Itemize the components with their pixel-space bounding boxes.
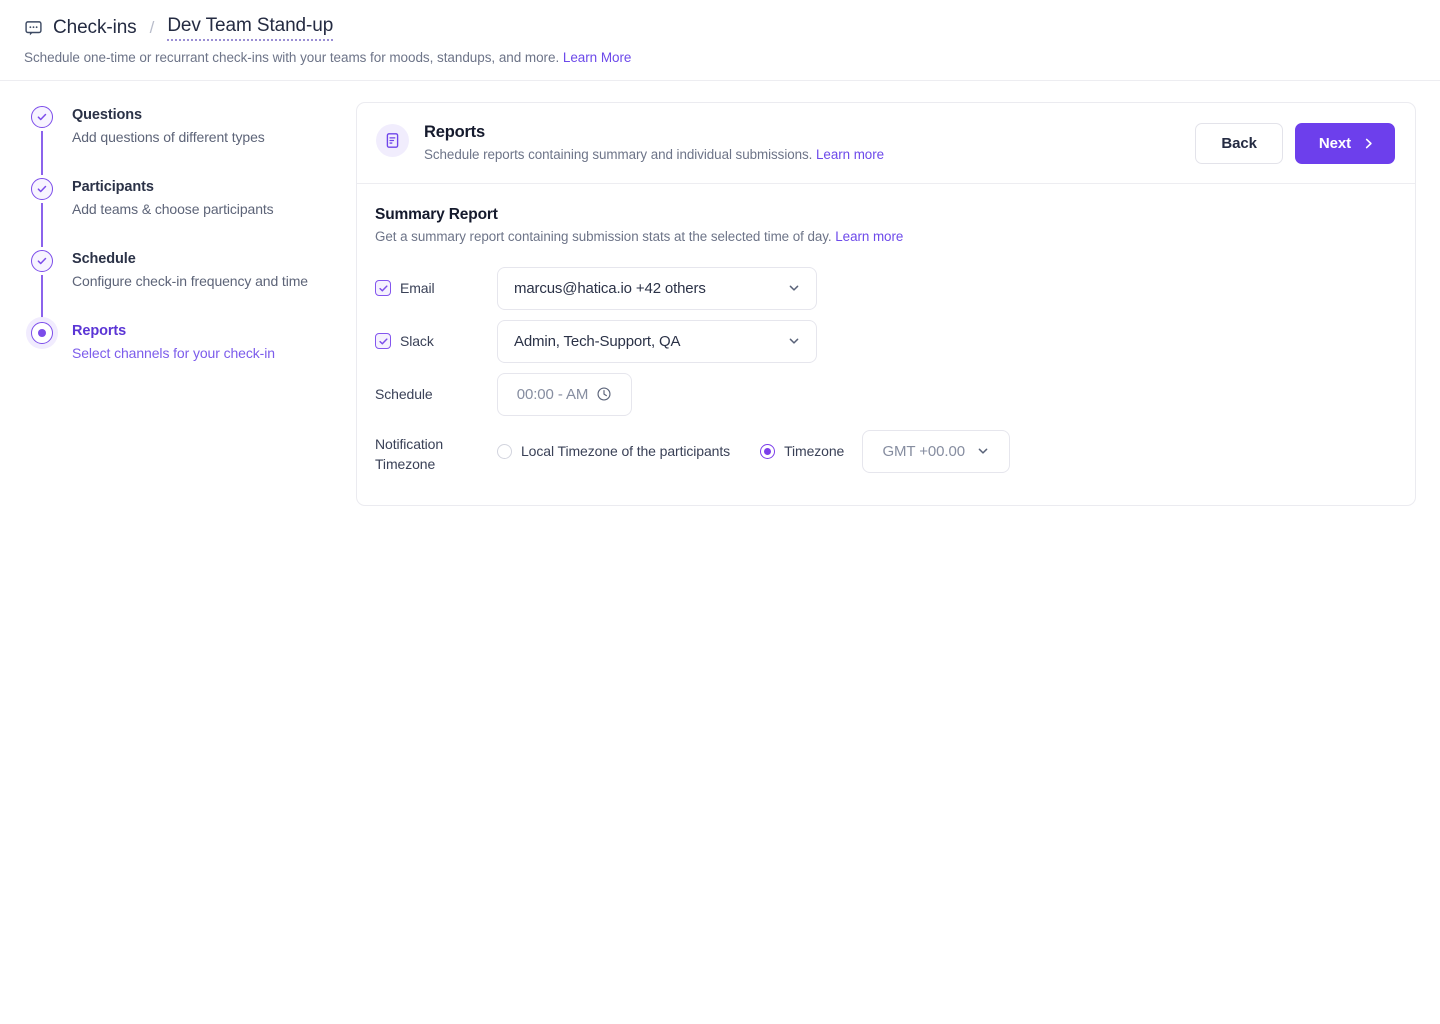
step-title: Participants (72, 179, 154, 195)
card-title: Reports (424, 123, 485, 141)
card-body: Summary Report Get a summary report cont… (357, 184, 1415, 505)
active-step-dot-icon (31, 322, 53, 344)
step-description: Add teams & choose participants (72, 201, 274, 217)
email-row: Email marcus@hatica.io +42 others (375, 266, 1395, 310)
card-header: Reports Schedule reports containing summ… (357, 103, 1415, 184)
slack-row: Slack Admin, Tech-Support, QA (375, 319, 1395, 363)
timezone-select-value: GMT +00.00 (882, 442, 965, 460)
page-header: Check-ins / Dev Team Stand-up Schedule o… (0, 0, 1440, 81)
step-text: Questions Add questions of different typ… (72, 106, 265, 178)
slack-label-cell: Slack (375, 333, 497, 349)
step-marker-col (26, 106, 58, 178)
chevron-down-icon (787, 334, 801, 348)
slack-checkbox[interactable] (375, 333, 391, 349)
clock-icon (596, 386, 612, 402)
step-marker-col (26, 178, 58, 250)
breadcrumb-root[interactable]: Check-ins (53, 17, 137, 39)
breadcrumb-separator: / (149, 18, 155, 37)
schedule-row: Schedule 00:00 - AM (375, 372, 1395, 416)
check-icon (31, 250, 53, 272)
notification-timezone-label: Notification Timezone (375, 434, 443, 474)
card-subtitle-text: Schedule reports containing summary and … (424, 147, 813, 162)
step-title: Reports (72, 323, 127, 339)
card-header-actions: Back Next (1195, 122, 1395, 164)
specific-timezone-radio[interactable] (760, 443, 776, 459)
email-recipients-value: marcus@hatica.io +42 others (514, 279, 706, 297)
slack-label: Slack (400, 333, 434, 349)
summary-learn-more-link[interactable]: Learn more (835, 229, 903, 244)
timezone-select[interactable]: GMT +00.00 (862, 429, 1011, 473)
stepper-step-schedule[interactable]: Schedule Configure check-in frequency an… (26, 250, 356, 322)
stepper-step-questions[interactable]: Questions Add questions of different typ… (26, 106, 356, 178)
specific-timezone-label: Timezone (784, 443, 845, 459)
next-button[interactable]: Next (1294, 123, 1395, 164)
step-title: Schedule (72, 251, 136, 267)
card-header-text: Reports Schedule reports containing summ… (424, 122, 1195, 162)
next-button-label: Next (1318, 135, 1351, 152)
schedule-label: Schedule (375, 386, 433, 402)
notification-timezone-label-line2: Timezone (375, 456, 436, 472)
email-recipients-select[interactable]: marcus@hatica.io +42 others (497, 266, 817, 310)
card-subtitle: Schedule reports containing summary and … (424, 147, 1195, 162)
summary-report-title: Summary Report (375, 206, 498, 223)
step-connector (41, 131, 43, 175)
page-body: Questions Add questions of different typ… (0, 81, 1440, 506)
slack-channels-select[interactable]: Admin, Tech-Support, QA (497, 319, 817, 363)
step-connector (41, 203, 43, 247)
schedule-time-placeholder: 00:00 - AM (516, 385, 589, 403)
check-icon (31, 106, 53, 128)
step-description: Select channels for your check-in (72, 345, 275, 361)
summary-report-subtitle-text: Get a summary report containing submissi… (375, 229, 832, 244)
page-subtitle-learn-more-link[interactable]: Learn More (563, 50, 632, 65)
stepper-step-reports[interactable]: Reports Select channels for your check-i… (26, 322, 356, 387)
step-marker-col (26, 250, 58, 322)
check-icon (31, 178, 53, 200)
specific-timezone-radio-option[interactable]: Timezone (760, 443, 844, 459)
slack-channels-value: Admin, Tech-Support, QA (514, 332, 681, 350)
summary-report-subtitle: Get a summary report containing submissi… (375, 229, 1395, 244)
email-checkbox[interactable] (375, 280, 391, 296)
email-label-cell: Email (375, 280, 497, 296)
checkin-title[interactable]: Dev Team Stand-up (167, 15, 333, 41)
page-subtitle-text: Schedule one-time or recurrant check-ins… (24, 50, 560, 65)
local-timezone-label: Local Timezone of the participants (521, 443, 731, 459)
step-connector (41, 275, 43, 319)
timezone-options: Local Timezone of the participants Timez… (497, 429, 1011, 473)
chevron-down-icon (787, 281, 801, 295)
step-text: Participants Add teams & choose particip… (72, 178, 274, 250)
notification-timezone-label-cell: Notification Timezone (375, 428, 497, 474)
notification-timezone-row: Notification Timezone Local Timezone of … (375, 425, 1395, 477)
chevron-right-icon (1362, 137, 1375, 150)
step-marker-col (26, 322, 58, 387)
report-document-icon (376, 124, 409, 157)
breadcrumb: Check-ins / Dev Team Stand-up (24, 14, 1416, 42)
step-dot (38, 329, 46, 337)
card-learn-more-link[interactable]: Learn more (816, 147, 884, 162)
back-button[interactable]: Back (1195, 123, 1283, 164)
schedule-time-input[interactable]: 00:00 - AM (497, 372, 632, 416)
page-subtitle: Schedule one-time or recurrant check-ins… (24, 50, 1416, 65)
stepper: Questions Add questions of different typ… (24, 102, 356, 506)
email-label: Email (400, 280, 435, 296)
stepper-step-participants[interactable]: Participants Add teams & choose particip… (26, 178, 356, 250)
summary-form: Email marcus@hatica.io +42 others Slack … (375, 266, 1395, 477)
step-description: Add questions of different types (72, 129, 265, 145)
schedule-label-cell: Schedule (375, 386, 497, 402)
step-title: Questions (72, 107, 142, 123)
step-text: Reports Select channels for your check-i… (72, 322, 275, 387)
notification-timezone-label-line1: Notification (375, 436, 444, 452)
step-text: Schedule Configure check-in frequency an… (72, 250, 308, 322)
chevron-down-icon (976, 444, 990, 458)
step-description: Configure check-in frequency and time (72, 273, 308, 289)
reports-card: Reports Schedule reports containing summ… (356, 102, 1416, 506)
local-timezone-radio-option[interactable]: Local Timezone of the participants (497, 443, 730, 459)
chat-bubble-icon (24, 19, 43, 38)
local-timezone-radio[interactable] (497, 443, 512, 459)
